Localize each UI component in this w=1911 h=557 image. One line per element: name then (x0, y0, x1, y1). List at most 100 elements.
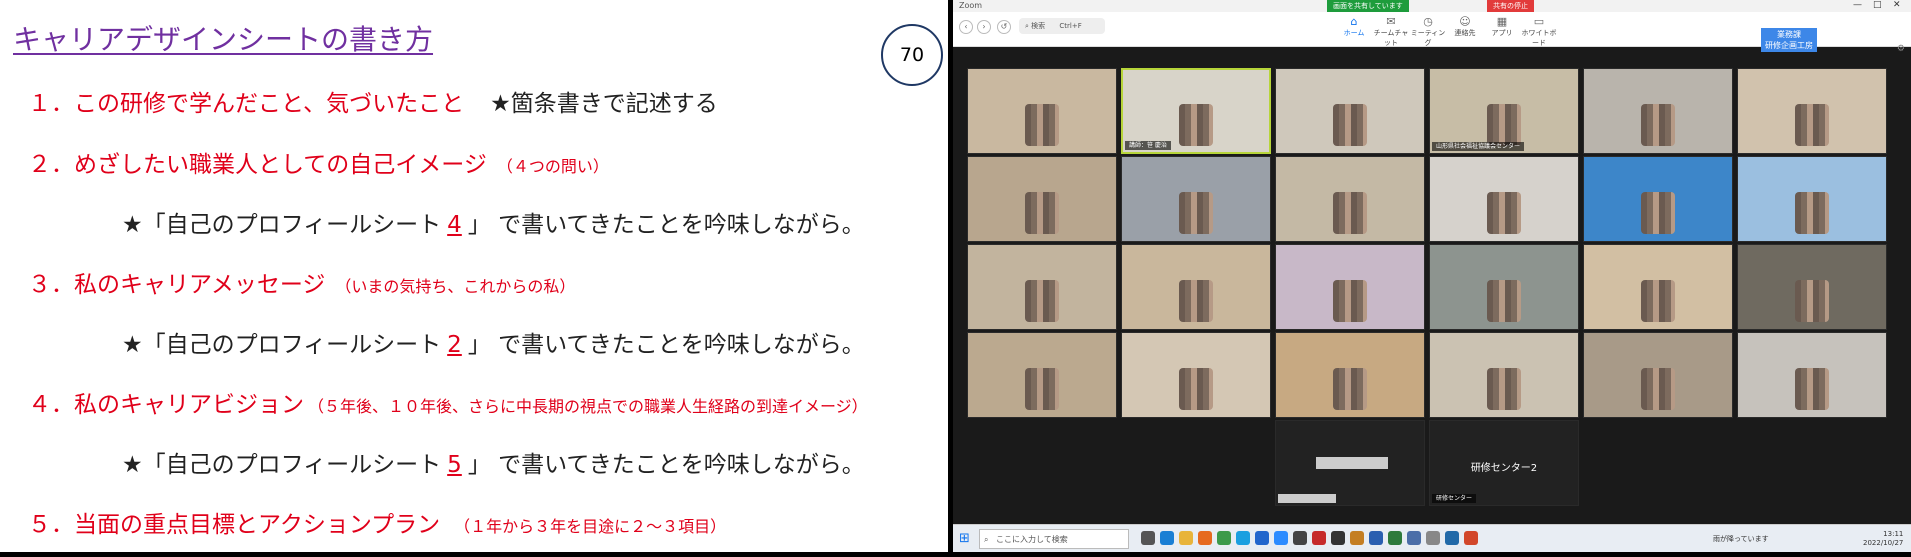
pixelated-participant (1795, 368, 1829, 411)
toolbar-chat-button[interactable]: ✉ チームチャット (1371, 15, 1411, 48)
participant-video-tile[interactable] (1121, 244, 1271, 330)
app-icon-6[interactable] (1388, 531, 1402, 545)
maximize-button[interactable]: □ (1873, 0, 1882, 10)
chrome-icon[interactable] (1217, 531, 1231, 545)
clock-time: 13:11 (1883, 530, 1904, 538)
forward-icon[interactable]: › (977, 20, 991, 34)
pixelated-participant (1179, 280, 1213, 323)
participant-video-tile[interactable] (1275, 156, 1425, 242)
participant-video-tile[interactable] (1429, 244, 1579, 330)
item-2-sub: （４つの問い） (496, 157, 609, 176)
participant-video-tile[interactable] (1583, 244, 1733, 330)
participant-video-tile[interactable] (967, 156, 1117, 242)
item-2-main: ２．めざしたい職業人としての自己イメージ (28, 152, 487, 178)
tag-line-2: 研修企画工房 (1765, 41, 1813, 50)
app-icon-3[interactable] (1331, 531, 1345, 545)
presentation-slide: キャリアデザインシートの書き方 70 １．この研修で学んだこと、気づいたこと ★箇… (0, 0, 948, 552)
participant-video-tile[interactable] (1429, 156, 1579, 242)
toolbar-home-button[interactable]: ⌂ ホーム (1334, 15, 1374, 38)
item-5-sub: （１年から３年を目途に２～３項目） (454, 517, 727, 536)
app-icon-8[interactable] (1426, 531, 1440, 545)
participant-video-tile[interactable] (1737, 332, 1887, 418)
star-line-2: ★「自己のプロフィールシート 2」 で書いてきたことを吟味しながら。 (122, 325, 865, 359)
toolbar-clock-button[interactable]: ◷ ミーティング (1408, 15, 1448, 48)
skype-icon[interactable] (1236, 531, 1250, 545)
participant-video-tile[interactable] (967, 68, 1117, 154)
participant-video-tile[interactable] (1737, 68, 1887, 154)
participant-video-tile[interactable] (967, 332, 1117, 418)
pixelated-participant (1487, 368, 1521, 411)
taskbar-search-placeholder: ここに入力して検索 (996, 535, 1068, 544)
toolbar-whiteboard-button[interactable]: ▭ ホワイトボード (1519, 15, 1559, 48)
share-status-banner[interactable]: 画面を共有しています (1327, 0, 1409, 12)
participant-video-tile[interactable] (1583, 156, 1733, 242)
gear-icon[interactable]: ⚙ (1897, 44, 1905, 54)
participant-video-tile[interactable] (1429, 332, 1579, 418)
star-line-2-suffix: 」 で書いてきたことを吟味しながら。 (467, 332, 865, 358)
toolbar-label: ホワイトボード (1521, 29, 1557, 47)
pixelated-participant (1487, 192, 1521, 235)
app-icon-1[interactable] (1293, 531, 1307, 545)
participant-video-tile[interactable] (1583, 68, 1733, 154)
item-4-sub: （５年後、１０年後、さらに中長期の視点での職業人生経路の到達イメージ） (308, 397, 868, 416)
search-box[interactable]: ⌕ 検索 Ctrl+F (1019, 18, 1105, 34)
zoom-icon[interactable] (1274, 531, 1288, 545)
pixelated-participant (1179, 104, 1213, 147)
participant-video-tile[interactable]: 講師：笹 慶治 (1121, 68, 1271, 154)
minimize-button[interactable]: — (1853, 0, 1862, 10)
participant-video-tile[interactable] (1275, 332, 1425, 418)
app-icon-4[interactable] (1350, 531, 1364, 545)
app-icon-7[interactable] (1407, 531, 1421, 545)
participant-camera-off-tile[interactable] (1275, 420, 1425, 506)
pixelated-participant (1025, 192, 1059, 235)
title-bar: Zoom 画面を共有しています 共有の停止 — □ ✕ (953, 0, 1911, 12)
participant-video-tile[interactable] (1583, 332, 1733, 418)
participant-video-tile[interactable] (1275, 244, 1425, 330)
history-icon[interactable]: ↺ (997, 20, 1011, 34)
participant-video-tile[interactable] (1121, 332, 1271, 418)
participant-video-tile[interactable] (967, 244, 1117, 330)
participant-video-tile[interactable] (1121, 156, 1271, 242)
participant-video-tile[interactable] (1275, 68, 1425, 154)
app-icon-5[interactable] (1369, 531, 1383, 545)
contacts-icon: ☺ (1459, 15, 1471, 28)
item-3: ３．私のキャリアメッセージ （いまの気持ち、これからの私） (28, 265, 575, 299)
participant-video-tile[interactable] (1737, 244, 1887, 330)
app-title: Zoom (959, 1, 983, 10)
clock-icon: ◷ (1423, 15, 1433, 28)
stop-share-button[interactable]: 共有の停止 (1487, 0, 1534, 12)
system-clock[interactable]: 13:11 2022/10/27 (1863, 530, 1903, 548)
windows-taskbar: ⊞ ⌕ ここに入力して検索 雨が降っています 13:11 2022/10/27 (953, 524, 1911, 552)
search-shortcut: Ctrl+F (1059, 22, 1082, 30)
taskbar-search-input[interactable]: ⌕ ここに入力して検索 (979, 529, 1129, 549)
toolbar-label: ミーティング (1410, 29, 1446, 47)
home-icon: ⌂ (1350, 15, 1358, 28)
toolbar-contacts-button[interactable]: ☺ 連絡先 (1445, 15, 1485, 38)
star-line-1-suffix: 」 で書いてきたことを吟味しながら。 (467, 212, 865, 238)
powerpoint-icon[interactable] (1464, 531, 1478, 545)
edge-icon[interactable] (1160, 531, 1174, 545)
task-view-icon[interactable] (1141, 531, 1155, 545)
back-icon[interactable]: ‹ (959, 20, 973, 34)
app-icon-2[interactable] (1312, 531, 1326, 545)
explorer-icon[interactable] (1179, 531, 1193, 545)
clock-date: 2022/10/27 (1863, 539, 1904, 547)
pixelated-participant (1795, 192, 1829, 235)
participant-video-tile[interactable] (1737, 156, 1887, 242)
pixelated-participant (1179, 192, 1213, 235)
pixelated-participant (1795, 104, 1829, 147)
browser-icon[interactable] (1255, 531, 1269, 545)
close-button[interactable]: ✕ (1893, 0, 1901, 10)
firefox-icon[interactable] (1198, 531, 1212, 545)
participant-nameplate: 山形県社会福祉協議会センター (1432, 142, 1525, 151)
item-4-main: ４．私のキャリアビジョン (28, 392, 304, 418)
item-1: １．この研修で学んだこと、気づいたこと ★箇条書きで記述する (28, 84, 718, 118)
toolbar-apps-button[interactable]: ▦ アプリ (1482, 15, 1522, 38)
app-icon-9[interactable] (1445, 531, 1459, 545)
star-line-2-num: 2 (447, 332, 462, 358)
windows-start-icon[interactable]: ⊞ (959, 531, 970, 546)
participant-camera-off-tile[interactable]: 研修センター2 研修センター (1429, 420, 1579, 506)
pixelated-participant (1641, 104, 1675, 147)
pixelated-participant (1333, 104, 1367, 147)
participant-video-tile[interactable]: 山形県社会福祉協議会センター (1429, 68, 1579, 154)
